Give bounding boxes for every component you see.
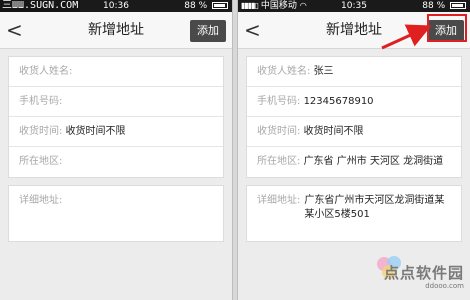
region-field[interactable]: 所在地区: (9, 147, 223, 177)
delivery-time-field[interactable]: 收货时间: 收货时间不限 (247, 117, 461, 147)
battery-icon (450, 2, 466, 9)
delivery-time-value: 收货时间不限 (65, 126, 126, 137)
watermark-top: 三ШШ.SUGN.COM (0, 0, 81, 12)
detail-address-field[interactable]: 详细地址: 广东省广州市天河区龙洞街道某某小区5楼501 (246, 185, 462, 242)
detail-address-label: 详细地址: (19, 195, 63, 206)
phone-label: 手机号码: (257, 96, 301, 107)
address-form-group: 收货人姓名: 手机号码: 收货时间: 收货时间不限 所在地区: (8, 56, 224, 178)
address-form-group: 收货人姓名: 张三 手机号码: 12345678910 收货时间: 收货时间不限… (246, 56, 462, 178)
phone-label: 手机号码: (19, 96, 63, 107)
name-label: 收货人姓名: (257, 66, 311, 77)
watermark-main-text: 点点软件园 (383, 264, 464, 282)
name-value: 张三 (313, 66, 334, 77)
name-field[interactable]: 收货人姓名: (9, 57, 223, 87)
battery-percent: 88 % (422, 1, 446, 11)
delivery-time-value: 收货时间不限 (303, 126, 364, 137)
region-field[interactable]: 所在地区: 广东省 广州市 天河区 龙洞街道 (247, 147, 461, 177)
delivery-time-field[interactable]: 收货时间: 收货时间不限 (9, 117, 223, 147)
detail-address-label: 详细地址: (257, 195, 301, 206)
add-button[interactable]: 添加 (190, 20, 226, 42)
phone-value: 12345678910 (303, 96, 374, 107)
detail-address-value: 广东省广州市天河区龙洞街道某某小区5楼501 (304, 195, 445, 220)
name-label: 收货人姓名: (19, 66, 73, 77)
delivery-time-label: 收货时间: (19, 126, 63, 137)
add-button-highlight (427, 14, 467, 42)
region-label: 所在地区: (19, 156, 63, 167)
battery-icon (212, 2, 228, 9)
delivery-time-label: 收货时间: (257, 126, 301, 137)
watermark-sub-text: ddooo.com (425, 282, 464, 290)
status-bar: ▮▮▮▮▯ 中国移动 ◠ 10:35 88 % (238, 0, 470, 12)
phone-field[interactable]: 手机号码: (9, 87, 223, 117)
phone-screen-right: ▮▮▮▮▯ 中国移动 ◠ 10:35 88 % < 新增地址 添加 收货人姓名:… (238, 0, 470, 300)
region-value: 广东省 广州市 天河区 龙洞街道 (303, 156, 444, 167)
battery-percent: 88 % (184, 1, 208, 11)
red-arrow-icon (381, 24, 432, 50)
phone-screen-left: 10:36 88 % < 新增地址 添加 收货人姓名: 手机号码: 收货时间: … (0, 0, 232, 300)
name-field[interactable]: 收货人姓名: 张三 (247, 57, 461, 87)
phone-field[interactable]: 手机号码: 12345678910 (247, 87, 461, 117)
watermark-logo: 点点软件园 ddooo.com (374, 252, 464, 292)
region-label: 所在地区: (257, 156, 301, 167)
detail-address-field[interactable]: 详细地址: (8, 185, 224, 242)
nav-bar: < 新增地址 添加 (0, 12, 232, 49)
